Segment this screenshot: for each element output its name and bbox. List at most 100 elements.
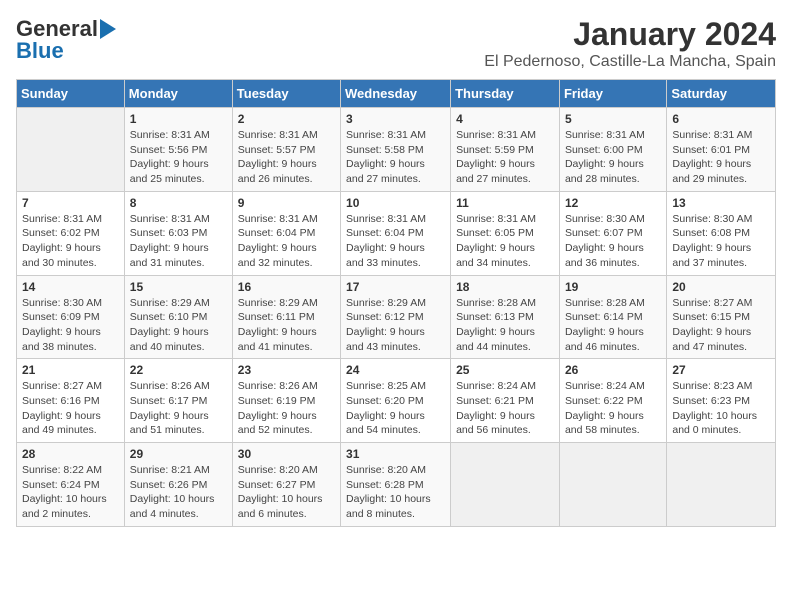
day-number: 4 (456, 112, 554, 126)
day-info: Sunrise: 8:22 AMSunset: 6:24 PMDaylight:… (22, 463, 119, 522)
calendar-cell: 8Sunrise: 8:31 AMSunset: 6:03 PMDaylight… (124, 191, 232, 275)
day-number: 25 (456, 363, 554, 377)
day-number: 6 (672, 112, 770, 126)
day-info: Sunrise: 8:29 AMSunset: 6:10 PMDaylight:… (130, 296, 227, 355)
page-title: January 2024 (484, 16, 776, 53)
calendar-header-wednesday: Wednesday (341, 80, 451, 108)
day-info: Sunrise: 8:20 AMSunset: 6:28 PMDaylight:… (346, 463, 445, 522)
calendar-cell: 26 Sunrise: 8:24 AMSunset: 6:22 PMDayligh… (559, 359, 666, 443)
calendar-cell: 2 Sunrise: 8:31 AMSunset: 5:57 PMDaylight… (232, 108, 340, 192)
day-number: 8 (130, 196, 227, 210)
day-number: 29 (130, 447, 227, 461)
day-number: 5 (565, 112, 661, 126)
calendar-header-tuesday: Tuesday (232, 80, 340, 108)
calendar-cell: 7Sunrise: 8:31 AMSunset: 6:02 PMDaylight… (17, 191, 125, 275)
day-info: Sunrise: 8:23 AMSunset: 6:23 PMDaylight:… (672, 379, 770, 438)
calendar-cell: 10 Sunrise: 8:31 AMSunset: 6:04 PMDayligh… (341, 191, 451, 275)
day-number: 13 (672, 196, 770, 210)
day-info: Sunrise: 8:21 AMSunset: 6:26 PMDaylight:… (130, 463, 227, 522)
calendar-cell: 17Sunrise: 8:29 AMSunset: 6:12 PMDayligh… (341, 275, 451, 359)
day-number: 9 (238, 196, 335, 210)
day-info: Sunrise: 8:31 AMSunset: 5:57 PMDaylight:… (238, 128, 335, 187)
calendar-cell: 9 Sunrise: 8:31 AMSunset: 6:04 PMDaylight… (232, 191, 340, 275)
page-header: General Blue January 2024 El Pedernoso, … (16, 16, 776, 71)
day-info: Sunrise: 8:30 AMSunset: 6:07 PMDaylight:… (565, 212, 661, 271)
calendar-cell: 5 Sunrise: 8:31 AMSunset: 6:00 PMDaylight… (559, 108, 666, 192)
day-number: 7 (22, 196, 119, 210)
day-number: 12 (565, 196, 661, 210)
day-number: 3 (346, 112, 445, 126)
day-number: 27 (672, 363, 770, 377)
logo: General Blue (16, 16, 116, 64)
calendar-week-row: 14 Sunrise: 8:30 AMSunset: 6:09 PMDayligh… (17, 275, 776, 359)
day-info: Sunrise: 8:31 AMSunset: 5:58 PMDaylight:… (346, 128, 445, 187)
calendar-cell: 18 Sunrise: 8:28 AMSunset: 6:13 PMDayligh… (451, 275, 560, 359)
day-number: 16 (238, 280, 335, 294)
day-number: 11 (456, 196, 554, 210)
calendar-cell: 27 Sunrise: 8:23 AMSunset: 6:23 PMDayligh… (667, 359, 776, 443)
calendar-cell: 30Sunrise: 8:20 AMSunset: 6:27 PMDayligh… (232, 443, 340, 527)
calendar-cell: 22Sunrise: 8:26 AMSunset: 6:17 PMDayligh… (124, 359, 232, 443)
calendar-cell (667, 443, 776, 527)
day-info: Sunrise: 8:26 AMSunset: 6:19 PMDaylight:… (238, 379, 335, 438)
calendar-header-row: SundayMondayTuesdayWednesdayThursdayFrid… (17, 80, 776, 108)
calendar-cell: 31Sunrise: 8:20 AMSunset: 6:28 PMDayligh… (341, 443, 451, 527)
day-info: Sunrise: 8:25 AMSunset: 6:20 PMDaylight:… (346, 379, 445, 438)
day-info: Sunrise: 8:27 AMSunset: 6:16 PMDaylight:… (22, 379, 119, 438)
day-number: 10 (346, 196, 445, 210)
day-number: 19 (565, 280, 661, 294)
day-info: Sunrise: 8:31 AMSunset: 6:05 PMDaylight:… (456, 212, 554, 271)
calendar-cell: 3 Sunrise: 8:31 AMSunset: 5:58 PMDaylight… (341, 108, 451, 192)
calendar-week-row: 28 Sunrise: 8:22 AMSunset: 6:24 PMDayligh… (17, 443, 776, 527)
day-info: Sunrise: 8:24 AMSunset: 6:21 PMDaylight:… (456, 379, 554, 438)
day-info: Sunrise: 8:20 AMSunset: 6:27 PMDaylight:… (238, 463, 335, 522)
day-number: 15 (130, 280, 227, 294)
day-info: Sunrise: 8:24 AMSunset: 6:22 PMDaylight:… (565, 379, 661, 438)
calendar-cell: 28 Sunrise: 8:22 AMSunset: 6:24 PMDayligh… (17, 443, 125, 527)
day-number: 1 (130, 112, 227, 126)
calendar-cell (559, 443, 666, 527)
calendar-header-friday: Friday (559, 80, 666, 108)
day-number: 24 (346, 363, 445, 377)
calendar-header-saturday: Saturday (667, 80, 776, 108)
day-info: Sunrise: 8:31 AMSunset: 6:04 PMDaylight:… (346, 212, 445, 271)
day-number: 14 (22, 280, 119, 294)
calendar-week-row: 7Sunrise: 8:31 AMSunset: 6:02 PMDaylight… (17, 191, 776, 275)
day-info: Sunrise: 8:31 AMSunset: 6:01 PMDaylight:… (672, 128, 770, 187)
day-number: 2 (238, 112, 335, 126)
day-info: Sunrise: 8:31 AMSunset: 6:00 PMDaylight:… (565, 128, 661, 187)
day-info: Sunrise: 8:26 AMSunset: 6:17 PMDaylight:… (130, 379, 227, 438)
calendar-cell: 19 Sunrise: 8:28 AMSunset: 6:14 PMDayligh… (559, 275, 666, 359)
day-info: Sunrise: 8:31 AMSunset: 5:56 PMDaylight:… (130, 128, 227, 187)
day-number: 21 (22, 363, 119, 377)
calendar-week-row: 21 Sunrise: 8:27 AMSunset: 6:16 PMDayligh… (17, 359, 776, 443)
calendar-cell: 13 Sunrise: 8:30 AMSunset: 6:08 PMDayligh… (667, 191, 776, 275)
calendar-cell: 25 Sunrise: 8:24 AMSunset: 6:21 PMDayligh… (451, 359, 560, 443)
day-number: 18 (456, 280, 554, 294)
calendar-cell: 21 Sunrise: 8:27 AMSunset: 6:16 PMDayligh… (17, 359, 125, 443)
calendar-cell: 1 Sunrise: 8:31 AMSunset: 5:56 PMDaylight… (124, 108, 232, 192)
calendar-cell: 15 Sunrise: 8:29 AMSunset: 6:10 PMDayligh… (124, 275, 232, 359)
day-info: Sunrise: 8:30 AMSunset: 6:09 PMDaylight:… (22, 296, 119, 355)
calendar-cell: 29 Sunrise: 8:21 AMSunset: 6:26 PMDayligh… (124, 443, 232, 527)
day-info: Sunrise: 8:31 AMSunset: 5:59 PMDaylight:… (456, 128, 554, 187)
day-info: Sunrise: 8:29 AMSunset: 6:11 PMDaylight:… (238, 296, 335, 355)
logo-arrow-icon (100, 19, 116, 39)
calendar-cell: 12 Sunrise: 8:30 AMSunset: 6:07 PMDayligh… (559, 191, 666, 275)
calendar-cell: 24 Sunrise: 8:25 AMSunset: 6:20 PMDayligh… (341, 359, 451, 443)
day-info: Sunrise: 8:29 AMSunset: 6:12 PMDaylight:… (346, 296, 445, 355)
calendar-cell: 4 Sunrise: 8:31 AMSunset: 5:59 PMDaylight… (451, 108, 560, 192)
day-info: Sunrise: 8:31 AMSunset: 6:04 PMDaylight:… (238, 212, 335, 271)
calendar-header-monday: Monday (124, 80, 232, 108)
calendar-cell: 14 Sunrise: 8:30 AMSunset: 6:09 PMDayligh… (17, 275, 125, 359)
day-number: 23 (238, 363, 335, 377)
day-info: Sunrise: 8:28 AMSunset: 6:14 PMDaylight:… (565, 296, 661, 355)
calendar-cell: 20Sunrise: 8:27 AMSunset: 6:15 PMDayligh… (667, 275, 776, 359)
day-info: Sunrise: 8:28 AMSunset: 6:13 PMDaylight:… (456, 296, 554, 355)
day-number: 26 (565, 363, 661, 377)
calendar-cell (451, 443, 560, 527)
calendar-header-sunday: Sunday (17, 80, 125, 108)
page-subtitle: El Pedernoso, Castille-La Mancha, Spain (484, 53, 776, 71)
day-info: Sunrise: 8:30 AMSunset: 6:08 PMDaylight:… (672, 212, 770, 271)
day-number: 28 (22, 447, 119, 461)
